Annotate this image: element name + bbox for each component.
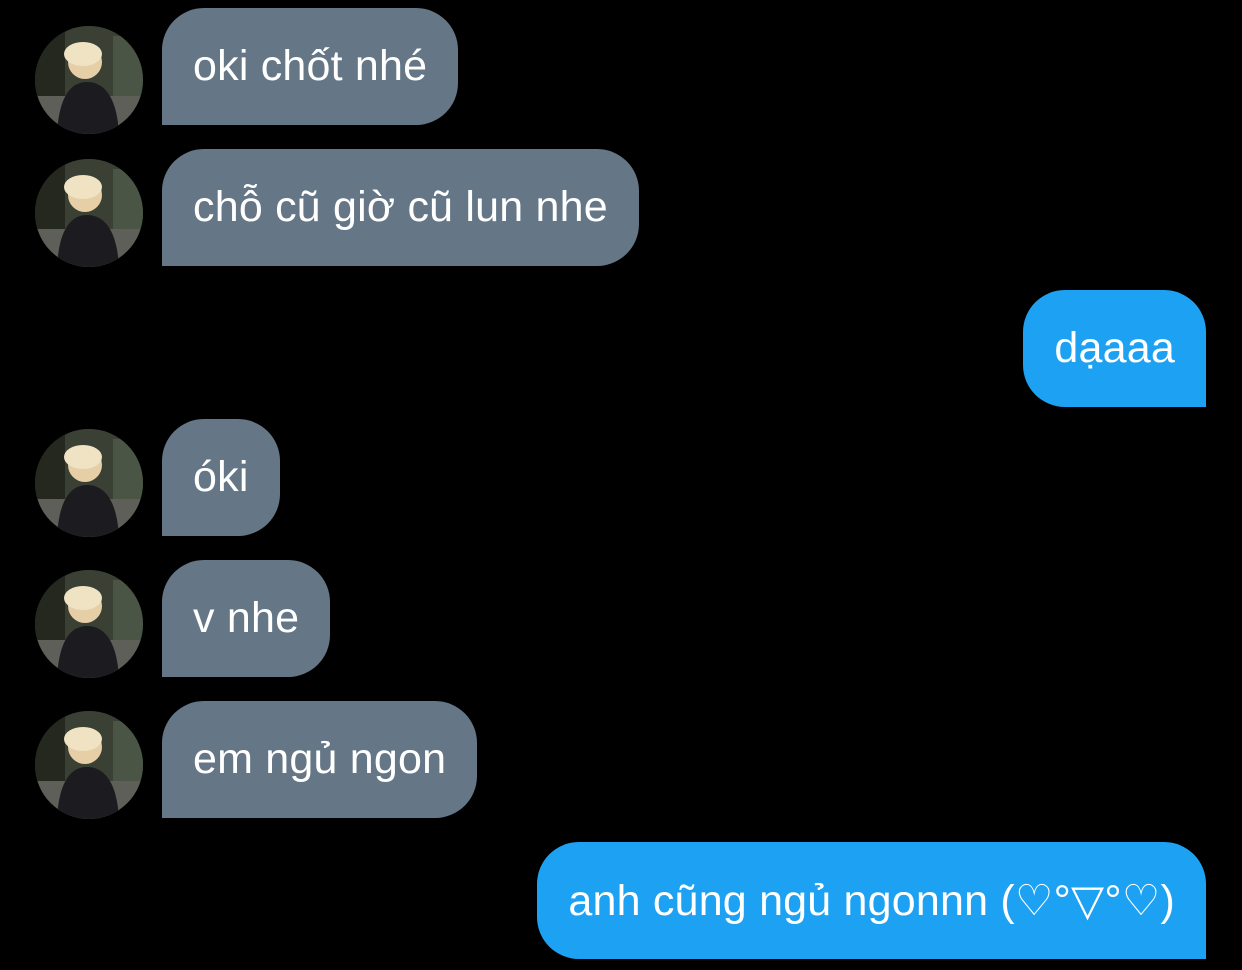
message-bubble[interactable]: oki chốt nhé bbox=[162, 8, 459, 125]
incoming-message: em ngủ ngon bbox=[0, 701, 1242, 819]
incoming-message: oki chốt nhé bbox=[0, 8, 1242, 134]
message-bubble[interactable]: chỗ cũ giờ cũ lun nhe bbox=[162, 149, 639, 266]
message-bubble[interactable]: óki bbox=[162, 419, 280, 536]
avatar[interactable] bbox=[35, 429, 143, 537]
outgoing-message: anh cũng ngủ ngonnn (♡°▽°♡) bbox=[0, 842, 1242, 959]
avatar-photo-icon bbox=[35, 711, 143, 819]
avatar[interactable] bbox=[35, 159, 143, 267]
avatar-photo-icon bbox=[35, 429, 143, 537]
avatar[interactable] bbox=[35, 26, 143, 134]
incoming-message: v nhe bbox=[0, 560, 1242, 678]
avatar[interactable] bbox=[35, 570, 143, 678]
message-bubble[interactable]: em ngủ ngon bbox=[162, 701, 478, 818]
avatar-photo-icon bbox=[35, 159, 143, 267]
outgoing-message: dạaaa bbox=[0, 290, 1242, 407]
avatar-photo-icon bbox=[35, 26, 143, 134]
avatar-photo-icon bbox=[35, 570, 143, 678]
message-bubble[interactable]: v nhe bbox=[162, 560, 331, 677]
message-bubble[interactable]: dạaaa bbox=[1023, 290, 1206, 407]
incoming-message: chỗ cũ giờ cũ lun nhe bbox=[0, 149, 1242, 267]
incoming-message: óki bbox=[0, 419, 1242, 537]
message-bubble[interactable]: anh cũng ngủ ngonnn (♡°▽°♡) bbox=[537, 842, 1206, 959]
avatar[interactable] bbox=[35, 711, 143, 819]
chat-thread[interactable]: oki chốt nhé chỗ cũ giờ cũ lun nhe dạaaa bbox=[0, 0, 1242, 970]
